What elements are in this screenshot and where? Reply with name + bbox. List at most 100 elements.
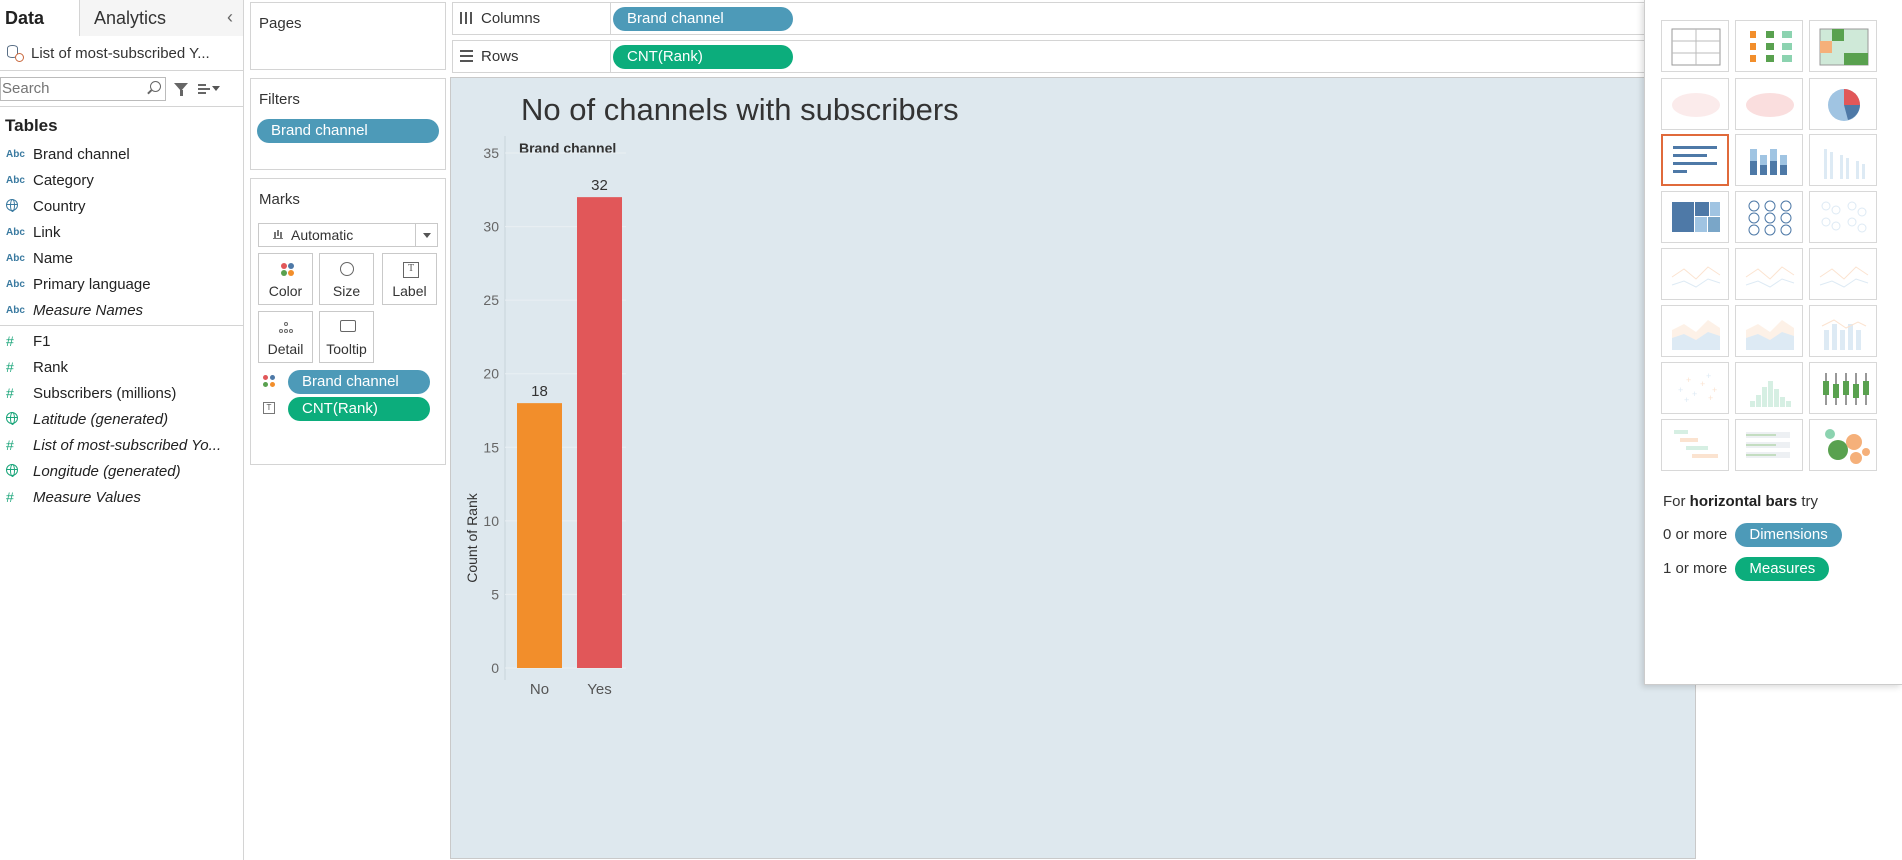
field-latitude-generated[interactable]: Latitude (generated) [0,406,243,432]
filled-map-icon[interactable] [1735,78,1803,130]
field-name: Longitude (generated) [33,462,181,480]
lines-continuous-icon[interactable] [1661,248,1729,300]
x-category-label: Yes [587,681,611,698]
dual-combination-icon[interactable] [1809,305,1877,357]
horizontal-bars-icon[interactable] [1661,134,1729,186]
marks-title: Marks [259,191,300,208]
detail-button[interactable]: Detail [258,311,313,363]
field-name: Measure Values [33,488,141,506]
number-type-icon: # [6,489,14,505]
scatter-plot-icon[interactable]: + + + + + + + + [1661,362,1729,414]
filters-card[interactable]: Filters Brand channel [250,78,446,170]
dual-lines-icon[interactable] [1809,248,1877,300]
label-button[interactable]: T Label [382,253,437,305]
field-country[interactable]: Country [0,193,243,219]
filter-pill-brand-channel[interactable]: Brand channel [257,119,439,143]
y-tick-label: 25 [483,292,499,308]
text-table-icon[interactable] [1661,20,1729,72]
side-by-side-circles-icon[interactable] [1809,191,1877,243]
filter-fields-button[interactable] [174,81,190,97]
measures-pill: Measures [1735,557,1830,581]
pie-chart-icon[interactable] [1809,78,1877,130]
bar-yes[interactable] [577,197,622,668]
svg-text:+: + [1706,371,1711,381]
field-name: Category [33,171,94,189]
stacked-bars-icon[interactable] [1735,134,1803,186]
bar-chart-icon [273,231,283,239]
field-name[interactable]: Abc Name [0,245,243,271]
columns-shelf-label: Columns [453,3,611,34]
rows-pill-cnt-rank[interactable]: CNT(Rank) [613,45,793,69]
datasource-row[interactable]: List of most-subscribed Y... [0,36,243,71]
svg-text:+: + [1686,375,1691,385]
field-measure-names[interactable]: Abc Measure Names [0,297,243,323]
size-button[interactable]: Size [319,253,374,305]
y-axis-ticks: 0 5 10 15 20 25 30 35 [483,145,499,676]
string-type-icon: Abc [6,226,25,238]
field-primary-language[interactable]: Abc Primary language [0,271,243,297]
area-continuous-icon[interactable] [1661,305,1729,357]
heat-map-icon[interactable] [1735,20,1803,72]
bullet-graph-icon[interactable] [1735,419,1803,471]
columns-pill-brand-channel[interactable]: Brand channel [613,7,793,31]
field-subscribers-millions[interactable]: # Subscribers (millions) [0,380,243,406]
box-whisker-icon[interactable] [1809,362,1877,414]
histogram-icon[interactable] [1735,362,1803,414]
chart-title: No of channels with subscribers [521,92,959,127]
marks-card: Marks Automatic Color Size T Label Detai… [250,178,446,465]
size-label: Size [332,283,361,299]
search-row [0,71,243,107]
field-link[interactable]: Abc Link [0,219,243,245]
field-rank[interactable]: # Rank [0,354,243,380]
string-type-icon: Abc [6,252,25,264]
columns-icon [460,12,473,24]
globe-icon [6,463,33,479]
field-longitude-generated[interactable]: Longitude (generated) [0,458,243,484]
highlight-table-icon[interactable] [1809,20,1877,72]
field-f1[interactable]: # F1 [0,328,243,354]
pages-card[interactable]: Pages [250,2,446,70]
treemap-icon[interactable] [1661,191,1729,243]
number-type-icon: # [6,385,14,401]
field-name: Link [33,223,61,241]
search-input[interactable] [1,78,141,99]
filters-title: Filters [259,91,300,108]
tab-analytics[interactable]: Analytics [80,0,243,36]
svg-text:+: + [1700,379,1705,389]
marks-label-pill[interactable]: CNT(Rank) [288,397,430,421]
text-label-icon: T [403,262,419,278]
measures-hint: 1 or more Measures [1663,557,1830,581]
label-encoding-icon: T [263,402,275,414]
marks-color-pill[interactable]: Brand channel [288,370,430,394]
circle-views-icon[interactable] [1735,191,1803,243]
view-options-button[interactable] [198,81,220,97]
rows-label-text: Rows [481,48,519,65]
color-encoding-icon [263,375,277,389]
collapse-pane-icon[interactable]: ‹ [223,8,237,26]
svg-text:+: + [1692,389,1697,399]
mark-type-dropdown[interactable]: Automatic [258,223,438,247]
packed-bubbles-icon[interactable] [1809,419,1877,471]
funnel-icon [174,82,188,96]
field-category[interactable]: Abc Category [0,167,243,193]
field-brand-channel[interactable]: Abc Brand channel [0,141,243,167]
color-button[interactable]: Color [258,253,313,305]
area-discrete-icon[interactable] [1735,305,1803,357]
field-list-of-most-subscribed-yo[interactable]: # List of most-subscribed Yo... [0,432,243,458]
rows-icon [460,50,473,62]
tooltip-button[interactable]: Tooltip [319,311,374,363]
lines-discrete-icon[interactable] [1735,248,1803,300]
field-measure-values[interactable]: # Measure Values [0,484,243,510]
globe-icon [6,411,33,427]
field-name: Rank [33,358,69,376]
svg-text:+: + [1708,393,1713,403]
globe-icon [6,198,33,214]
side-by-side-bars-icon[interactable] [1809,134,1877,186]
bar-no[interactable] [517,403,562,668]
tab-data[interactable]: Data [0,0,80,36]
pages-title: Pages [259,15,302,32]
chart-view[interactable]: No of channels with subscribers Brand ch… [450,77,1696,859]
gantt-chart-icon[interactable] [1661,419,1729,471]
symbol-map-icon[interactable] [1661,78,1729,130]
search-field[interactable] [0,76,166,101]
